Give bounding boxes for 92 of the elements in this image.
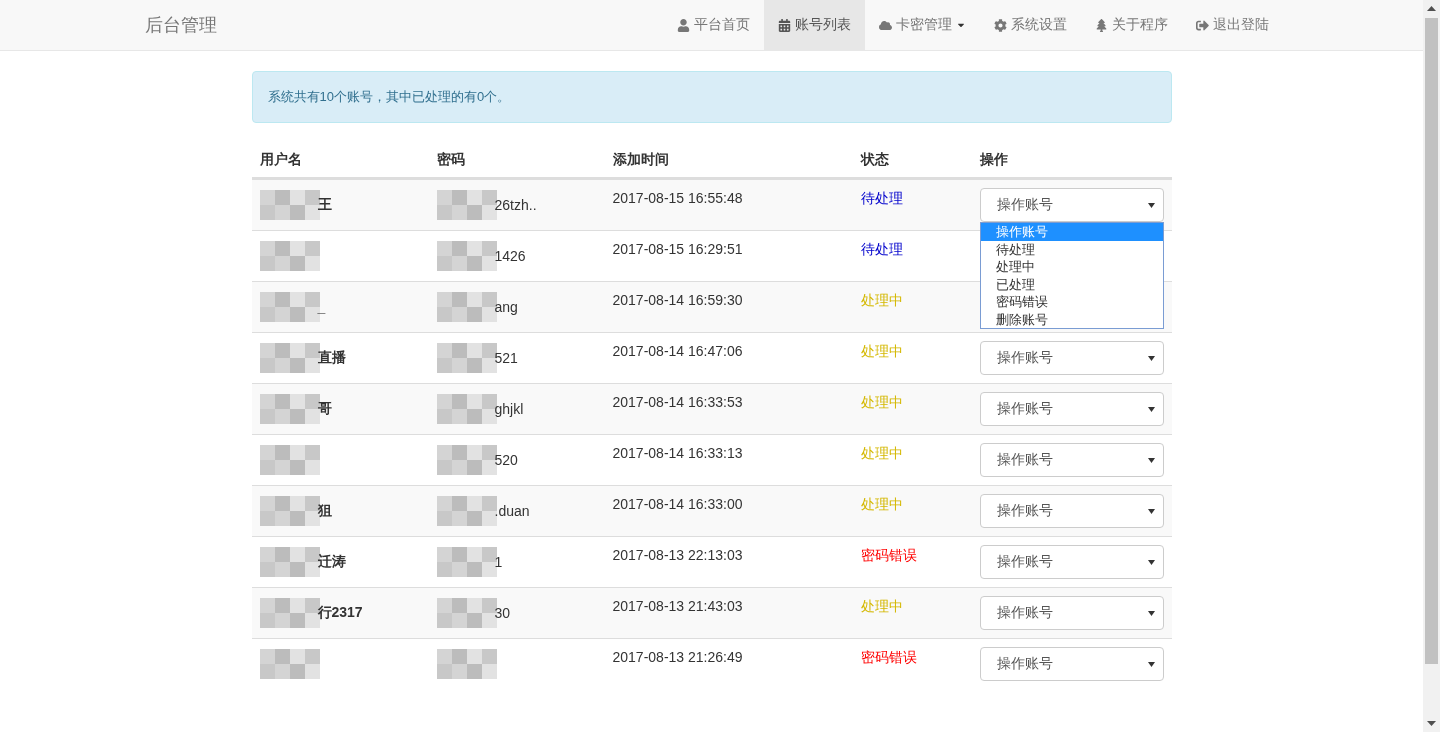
action-select[interactable]: 操作账号 (979, 443, 1164, 477)
status-text: 待处理 (860, 241, 903, 259)
info-alert: 系统共有10个账号，其中已处理的有0个。 (251, 71, 1172, 123)
redaction-mosaic (259, 394, 320, 424)
password: 26tzh.. (494, 197, 537, 213)
time-cell-text: 2017-08-14 16:33:53 (611, 393, 744, 410)
redaction-mosaic (259, 547, 320, 577)
scrollbar[interactable] (1423, 0, 1440, 732)
redaction-mosaic (436, 496, 497, 526)
username: 哥 (317, 400, 332, 418)
status-text: 处理中 (860, 343, 903, 361)
status-text: 处理中 (860, 394, 903, 412)
username: 迁涛 (317, 553, 346, 571)
redaction-mosaic (259, 496, 320, 526)
redaction-mosaic (259, 649, 320, 679)
redaction-mosaic (436, 292, 497, 322)
logout-icon (1196, 18, 1209, 32)
nav-link[interactable]: 账号列表 (764, 0, 865, 50)
caret-icon (1147, 559, 1155, 565)
redaction-mosaic (259, 241, 320, 271)
time-cell-text: 2017-08-15 16:29:51 (611, 240, 744, 257)
username: 行2317 (317, 604, 363, 622)
nav-link[interactable]: 退出登陆 (1182, 0, 1283, 50)
tree-icon (1095, 18, 1108, 32)
redaction-mosaic (436, 598, 497, 628)
time-cell-text: 2017-08-14 16:47:06 (611, 342, 744, 359)
caret-icon (1147, 610, 1155, 616)
caret-icon (1147, 661, 1155, 667)
action-select[interactable]: 操作账号 (979, 545, 1164, 579)
redaction-mosaic (259, 598, 320, 628)
username: 狙 (317, 502, 332, 520)
caret-icon (1147, 406, 1155, 412)
redaction-mosaic (259, 190, 320, 220)
caret-icon (1147, 457, 1155, 463)
calendar-icon (778, 18, 791, 32)
redaction-mosaic (436, 343, 497, 373)
password: 30 (494, 605, 511, 621)
action-select[interactable]: 操作账号 (979, 341, 1164, 375)
caret-icon (1147, 508, 1155, 514)
column-header: 添加时间 (611, 150, 670, 169)
redaction-mosaic (436, 394, 497, 424)
redaction-mosaic (436, 190, 497, 220)
redaction-mosaic (259, 343, 320, 373)
status-text: 处理中 (860, 496, 903, 514)
status-text: 处理中 (860, 292, 903, 310)
nav-link[interactable]: 平台首页 (663, 0, 764, 50)
cloud-icon (879, 18, 892, 32)
password: 1426 (494, 248, 526, 264)
action-select[interactable]: 操作账号 (979, 647, 1164, 681)
caret-icon (1147, 202, 1155, 208)
status-text: 待处理 (860, 190, 903, 208)
password: 521 (494, 350, 518, 366)
user-icon (677, 18, 690, 32)
password: 1 (494, 554, 503, 570)
redaction-mosaic (259, 292, 320, 322)
time-cell-text: 2017-08-14 16:33:00 (611, 495, 744, 512)
nav-link[interactable]: 系统设置 (980, 0, 1081, 50)
redaction-mosaic (259, 445, 320, 475)
time-cell-text: 2017-08-13 22:13:03 (611, 546, 744, 563)
status-text: 密码错误 (860, 649, 917, 667)
column-header: 密码 (435, 150, 466, 169)
status-text: 密码错误 (860, 547, 917, 565)
gear-icon (994, 18, 1007, 32)
password: ang (494, 299, 518, 315)
username: 直播 (317, 349, 346, 367)
username: 王 (317, 196, 332, 214)
time-cell-text: 2017-08-13 21:43:03 (611, 597, 744, 614)
password: 520 (494, 452, 518, 468)
time-cell-text: 2017-08-14 16:33:13 (611, 444, 744, 461)
password: .duan (494, 503, 530, 519)
nav-link[interactable]: 关于程序 (1081, 0, 1182, 50)
column-header: 状态 (859, 150, 890, 169)
action-select[interactable]: 操作账号 (979, 188, 1164, 222)
redaction-mosaic (436, 445, 497, 475)
brand-title[interactable]: 后台管理 (145, 13, 217, 37)
column-header: 操作 (978, 150, 1009, 169)
redaction-mosaic (436, 649, 497, 679)
action-select[interactable]: 操作账号 (979, 494, 1164, 528)
redaction-mosaic (436, 547, 497, 577)
caret-icon (1147, 355, 1155, 361)
password: ghjkl (494, 401, 524, 417)
redaction-mosaic (436, 241, 497, 271)
column-header: 用户名 (258, 150, 303, 169)
status-text: 处理中 (860, 445, 903, 463)
action-select[interactable]: 操作账号 (979, 596, 1164, 630)
nav-link[interactable]: 卡密管理 (865, 0, 980, 50)
time-cell-text: 2017-08-14 16:59:30 (611, 291, 744, 308)
status-text: 处理中 (860, 598, 903, 616)
time-cell-text: 2017-08-13 21:26:49 (611, 648, 744, 665)
action-select[interactable]: 操作账号 (979, 392, 1164, 426)
time-cell-text: 2017-08-15 16:55:48 (611, 189, 744, 206)
username: _ (317, 299, 326, 315)
